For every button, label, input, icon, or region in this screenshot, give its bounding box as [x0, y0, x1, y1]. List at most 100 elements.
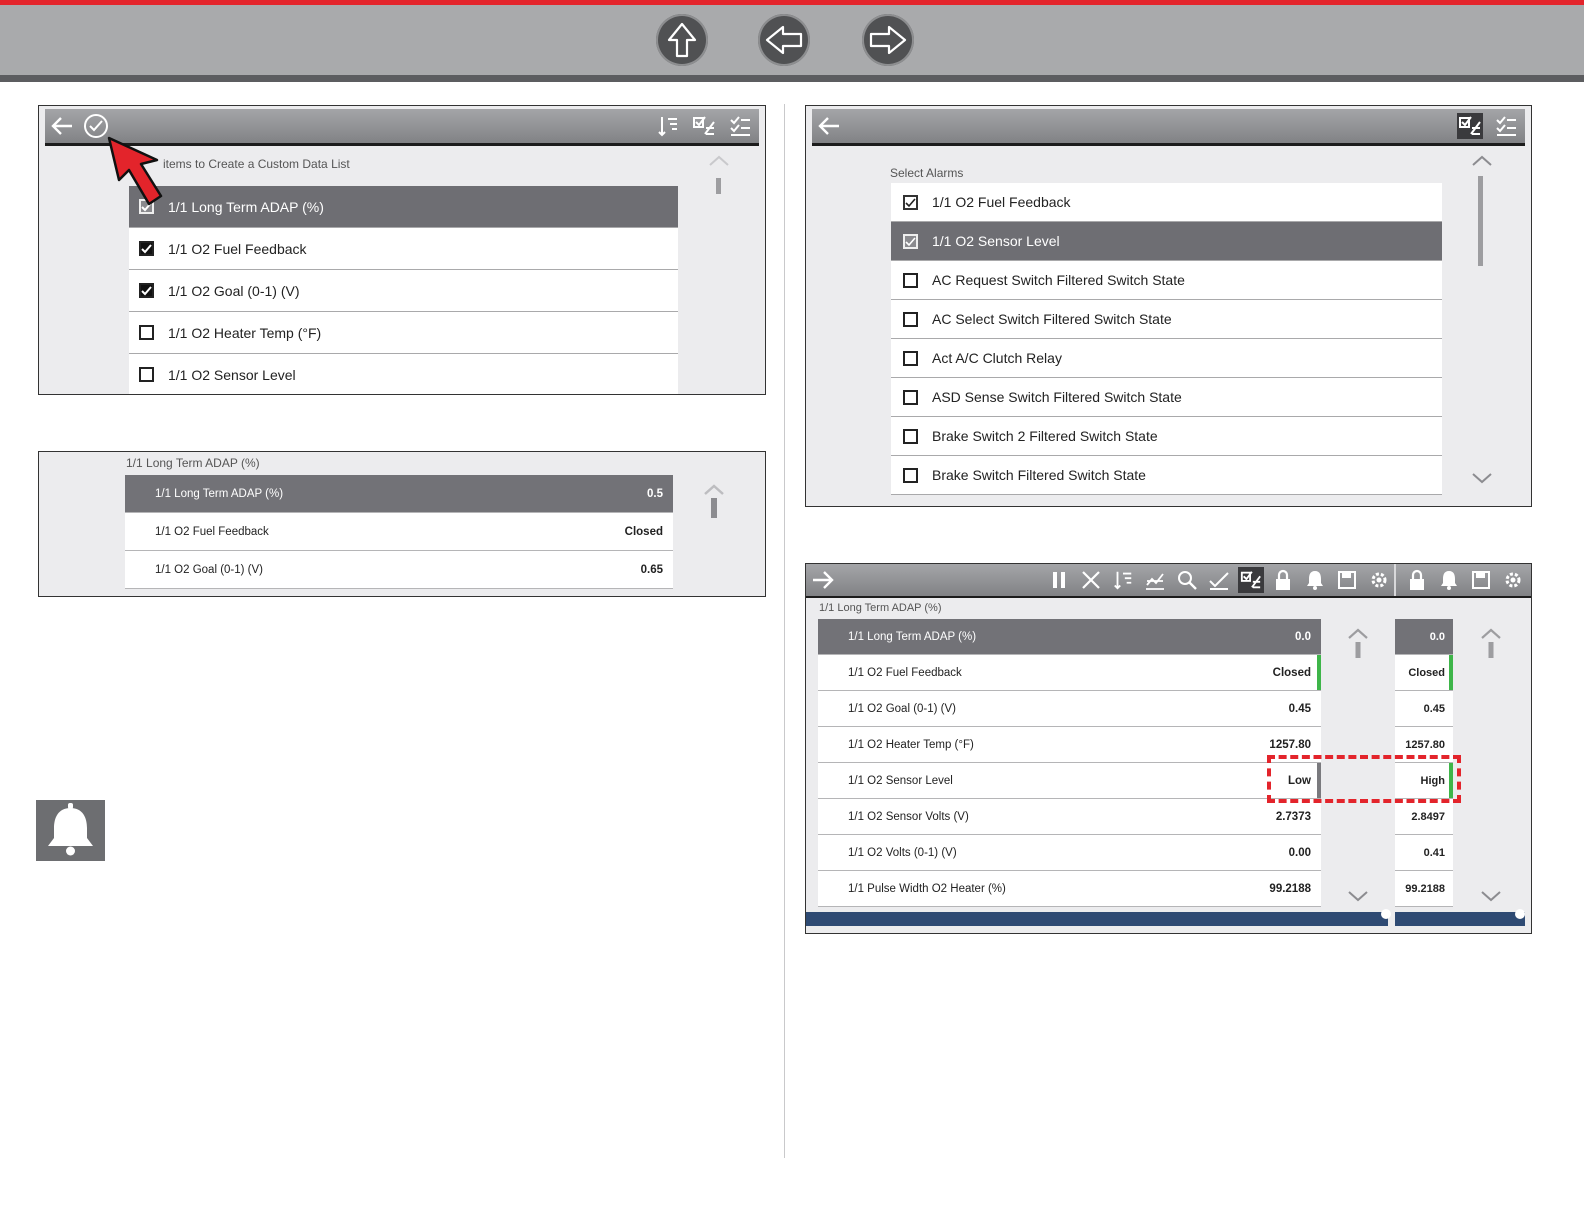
list-item[interactable]: AC Select Switch Filtered Switch State	[891, 300, 1442, 339]
pause-icon[interactable]	[1046, 567, 1072, 593]
list-item[interactable]: 1/1 O2 Sensor Level	[129, 354, 678, 394]
checkbox[interactable]	[139, 325, 154, 340]
custom-list-view-screenshot: 1/1 Long Term ADAP (%) 1/1 Long Term ADA…	[38, 451, 766, 597]
bell-icon[interactable]	[1436, 567, 1462, 593]
sort-icon[interactable]	[1110, 567, 1136, 593]
custom-list-icon[interactable]	[1206, 567, 1232, 593]
value-cell: 99.2188	[1395, 871, 1453, 907]
checkbox[interactable]	[903, 389, 918, 405]
bell-icon	[36, 800, 105, 861]
list-item[interactable]: 1/1 O2 Fuel Feedback	[129, 228, 678, 270]
progress-bar[interactable]	[1395, 912, 1525, 926]
list-header-label: Select Alarms	[890, 166, 964, 180]
lock-icon[interactable]	[1404, 567, 1430, 593]
value-cell: 0.45	[1395, 691, 1453, 727]
list-item[interactable]: 1/1 O2 Heater Temp (°F)	[129, 312, 678, 354]
checkbox[interactable]	[903, 350, 918, 366]
checkbox[interactable]	[903, 272, 918, 288]
sort-icon[interactable]	[655, 113, 681, 139]
list-header-label: 1/1 Long Term ADAP (%)	[126, 456, 260, 470]
scroll-down-icon[interactable]	[1480, 889, 1502, 907]
list-item[interactable]: 1/1 O2 Sensor Level	[891, 222, 1442, 261]
data-row[interactable]: 1/1 O2 Goal (0-1) (V) 0.65	[125, 551, 673, 589]
scroll-down-icon[interactable]	[1347, 889, 1369, 907]
deselect-all-icon[interactable]	[727, 113, 753, 139]
value-cell: Closed	[1395, 655, 1453, 691]
progress-handle[interactable]	[1381, 909, 1391, 919]
checkbox[interactable]	[903, 467, 918, 483]
data-row[interactable]: 1/1 Pulse Width O2 Heater (%) 99.2188	[818, 871, 1321, 907]
data-row[interactable]: 1/1 O2 Fuel Feedback Closed	[125, 513, 673, 551]
list-item[interactable]: Brake Switch Filtered Switch State	[891, 456, 1442, 495]
select-alarms-screenshot: Select Alarms 1/1 O2 Fuel Feedback 1/1 O…	[805, 105, 1532, 507]
data-row[interactable]: 1/1 Long Term ADAP (%) 0.5	[125, 475, 673, 513]
list-item[interactable]: Act A/C Clutch Relay	[891, 339, 1442, 378]
value-cell: 2.8497	[1395, 799, 1453, 835]
checkbox[interactable]	[903, 194, 918, 210]
scroll-down-icon[interactable]	[1471, 471, 1493, 489]
data-row[interactable]: 1/1 O2 Sensor Volts (V) 2.7373	[818, 799, 1321, 835]
scroll-up-icon[interactable]	[1471, 154, 1493, 172]
toolbar	[812, 109, 1525, 146]
save-icon[interactable]	[1468, 567, 1494, 593]
list-item[interactable]: ASD Sense Switch Filtered Switch State	[891, 378, 1442, 417]
column-divider	[784, 104, 785, 1158]
checkbox[interactable]	[139, 367, 154, 382]
value-cell: 0.0	[1395, 619, 1453, 655]
value-cell: 0.41	[1395, 835, 1453, 871]
forward-arrow-icon[interactable]	[810, 567, 836, 593]
alarm-highlight-box	[1267, 755, 1461, 803]
status-indicator	[1449, 655, 1453, 690]
checkbox[interactable]	[139, 283, 154, 298]
select-all-icon[interactable]	[1457, 113, 1483, 139]
list-item[interactable]: 1/1 O2 Fuel Feedback	[891, 183, 1442, 222]
progress-bar[interactable]	[806, 912, 1388, 926]
close-icon[interactable]	[1078, 567, 1104, 593]
toolbar-divider	[1394, 564, 1396, 596]
pointer-arrow-icon	[105, 134, 177, 215]
back-arrow-icon[interactable]	[816, 113, 842, 139]
select-all-icon[interactable]	[691, 113, 717, 139]
list-item[interactable]: AC Request Switch Filtered Switch State	[891, 261, 1442, 300]
progress-handle[interactable]	[1515, 909, 1525, 919]
scrollbar-thumb[interactable]	[1478, 176, 1483, 266]
gear-icon[interactable]	[1366, 567, 1392, 593]
data-row[interactable]: 1/1 O2 Fuel Feedback Closed	[818, 655, 1321, 691]
back-arrow-icon[interactable]	[49, 113, 75, 139]
right-arrow-icon[interactable]	[862, 14, 914, 66]
data-row[interactable]: 1/1 O2 Heater Temp (°F) 1257.80	[818, 727, 1321, 763]
gear-icon[interactable]	[1500, 567, 1526, 593]
checkbox[interactable]	[139, 241, 154, 256]
list-header-label: 1/1 Long Term ADAP (%)	[819, 602, 942, 614]
save-icon[interactable]	[1334, 567, 1360, 593]
data-row[interactable]: 1/1 O2 Goal (0-1) (V) 0.45	[818, 691, 1321, 727]
checkbox[interactable]	[903, 233, 918, 249]
scroll-up-icon[interactable]	[708, 154, 730, 172]
status-indicator	[1317, 655, 1321, 690]
bell-icon[interactable]	[1302, 567, 1328, 593]
top-nav-bar	[0, 0, 1584, 82]
alarm-data-view-screenshot: 1/1 Long Term ADAP (%) 1/1 Long Term ADA…	[805, 563, 1532, 934]
checkbox[interactable]	[903, 428, 918, 444]
toolbar	[806, 564, 1531, 598]
data-row[interactable]: 1/1 Long Term ADAP (%) 0.0	[818, 619, 1321, 655]
data-row[interactable]: 1/1 O2 Sensor Level Low	[818, 763, 1321, 799]
list-header-label: items to Create a Custom Data List	[163, 157, 350, 171]
custom-list-screenshot: items to Create a Custom Data List 1/1 L…	[38, 105, 766, 395]
checkbox[interactable]	[903, 311, 918, 327]
zoom-icon[interactable]	[1174, 567, 1200, 593]
list-item[interactable]: Brake Switch 2 Filtered Switch State	[891, 417, 1442, 456]
data-row[interactable]: 1/1 O2 Volts (0-1) (V) 0.00	[818, 835, 1321, 871]
list-item[interactable]: 1/1 O2 Goal (0-1) (V)	[129, 270, 678, 312]
deselect-all-icon[interactable]	[1493, 113, 1519, 139]
list-item[interactable]: 1/1 Long Term ADAP (%)	[129, 186, 678, 228]
up-arrow-icon[interactable]	[656, 14, 708, 66]
left-arrow-icon[interactable]	[758, 14, 810, 66]
scrollbar-thumb[interactable]	[716, 178, 721, 194]
scroll-top-icon[interactable]	[703, 484, 725, 525]
scroll-top-icon[interactable]	[1347, 628, 1369, 665]
graph-icon[interactable]	[1142, 567, 1168, 593]
alarm-list-icon[interactable]	[1238, 567, 1264, 593]
lock-icon[interactable]	[1270, 567, 1296, 593]
scroll-top-icon[interactable]	[1480, 628, 1502, 665]
